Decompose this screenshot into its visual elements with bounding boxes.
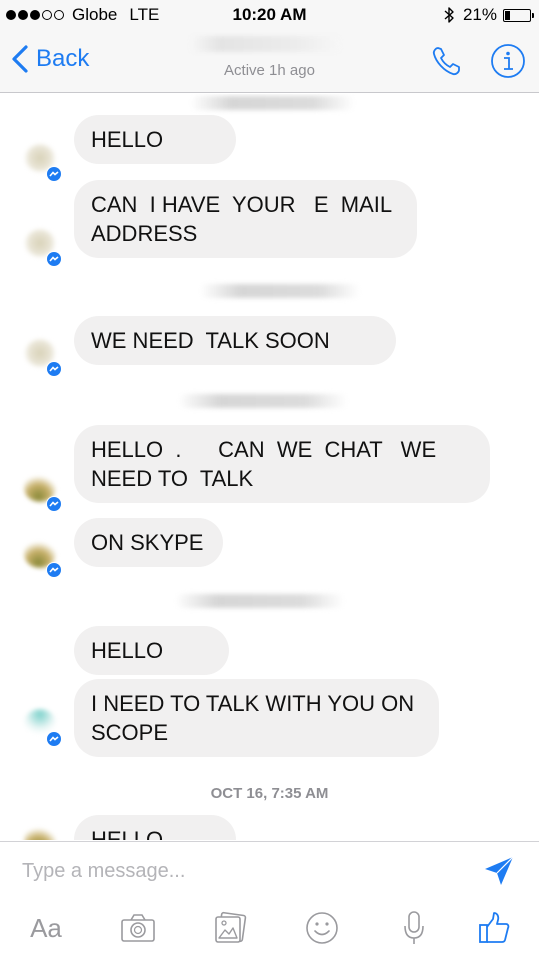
microphone-icon — [404, 911, 424, 944]
status-right: 21% — [443, 5, 534, 25]
like-button[interactable] — [474, 908, 514, 948]
camera-button[interactable] — [118, 908, 158, 948]
messenger-badge-icon — [47, 497, 61, 511]
message-bubble[interactable]: HELLO — [74, 115, 236, 164]
info-icon[interactable] — [490, 43, 526, 79]
message-bubble[interactable]: HELLO . CAN WE CHAT WE NEED TO TALK — [74, 425, 490, 503]
bluetooth-icon — [444, 7, 454, 23]
thumbs-up-icon — [479, 912, 510, 943]
avatar — [24, 474, 62, 512]
text-format-button[interactable]: Aa — [26, 908, 66, 948]
avatar — [24, 339, 62, 377]
avatar — [24, 826, 62, 840]
conversation[interactable]: HELLO CAN I HAVE YOUR E MAIL ADDRESS WE … — [0, 94, 539, 840]
messenger-badge-icon — [47, 362, 61, 376]
date-separator: OCT 16, 7:35 AM — [210, 785, 329, 802]
message-bubble[interactable]: HELLO — [74, 626, 229, 675]
battery-level — [505, 10, 511, 20]
photos-button[interactable] — [210, 908, 250, 948]
message-bubble[interactable]: I NEED TO TALK WITH YOU ON SCOPE — [74, 679, 439, 757]
message-bubble[interactable]: ON SKYPE — [74, 518, 223, 567]
timestamp-obscured — [178, 394, 348, 408]
message-bubble[interactable]: WE NEED TALK SOON — [74, 316, 396, 365]
contact-name-obscured — [190, 36, 340, 52]
timestamp-obscured — [200, 284, 360, 298]
emoji-icon — [306, 912, 338, 944]
status-bar: Globe LTE 10:20 AM 21% — [0, 0, 539, 30]
compose-toolbar: Aa — [0, 904, 539, 954]
avatar — [24, 144, 62, 182]
message-input[interactable] — [22, 854, 462, 888]
camera-icon — [121, 914, 155, 942]
battery-icon — [503, 8, 534, 22]
message-bubble[interactable]: HELLO — [74, 815, 236, 840]
microphone-button[interactable] — [394, 908, 434, 948]
nav-bar: Back Active 1h ago — [0, 30, 539, 93]
messenger-badge-icon — [47, 167, 61, 181]
compose-area: Aa — [0, 841, 539, 960]
timestamp-obscured — [190, 96, 355, 110]
messenger-badge-icon — [47, 563, 61, 577]
photo-icon — [215, 911, 247, 943]
messenger-badge-icon — [47, 732, 61, 746]
emoji-button[interactable] — [302, 908, 342, 948]
avatar — [24, 709, 62, 747]
battery-percent: 21% — [462, 5, 497, 24]
send-icon[interactable] — [482, 854, 516, 888]
avatar — [24, 540, 62, 578]
messenger-badge-icon — [47, 252, 61, 266]
avatar — [24, 229, 62, 267]
message-bubble[interactable]: CAN I HAVE YOUR E MAIL ADDRESS — [74, 180, 417, 258]
timestamp-obscured — [175, 594, 345, 608]
phone-icon[interactable] — [430, 44, 464, 78]
